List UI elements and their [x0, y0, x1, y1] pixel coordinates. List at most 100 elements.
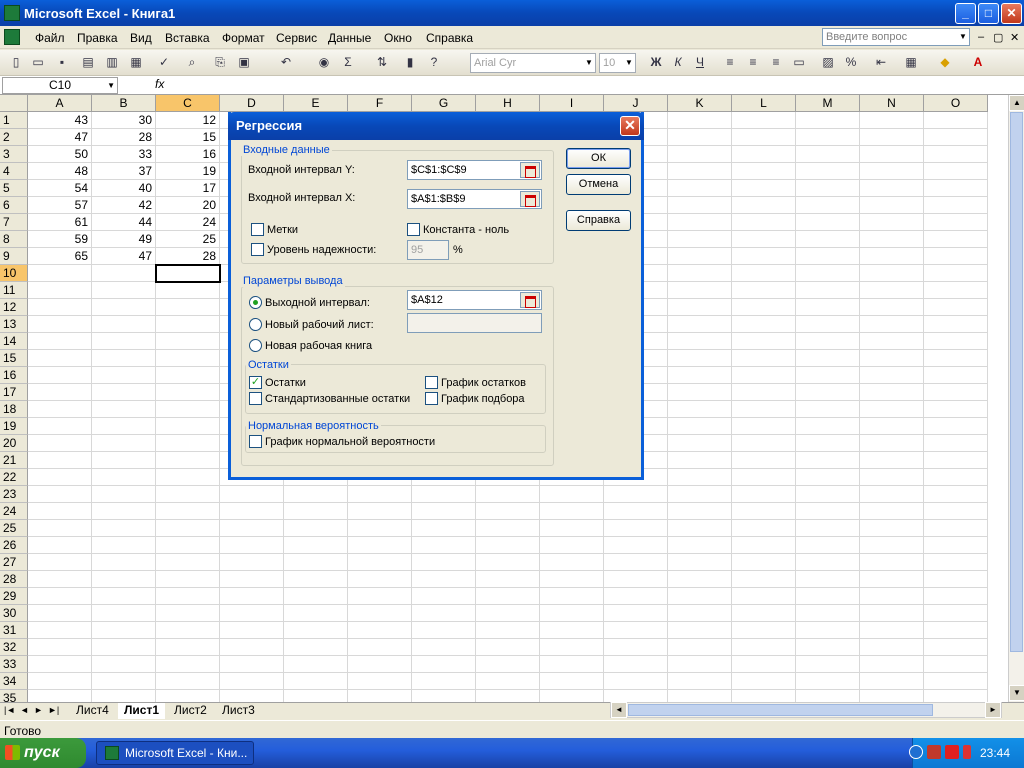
cell-h28[interactable] [476, 571, 540, 588]
cell-e28[interactable] [284, 571, 348, 588]
cell-f23[interactable] [348, 486, 412, 503]
cell-n6[interactable] [860, 197, 924, 214]
cell-l25[interactable] [732, 520, 796, 537]
row-header-16[interactable]: 16 [0, 367, 28, 384]
select-all-corner[interactable] [0, 95, 28, 112]
tray-expand-icon[interactable] [909, 745, 923, 759]
cell-k28[interactable] [668, 571, 732, 588]
cell-n10[interactable] [860, 265, 924, 282]
cell-b30[interactable] [92, 605, 156, 622]
cell-k26[interactable] [668, 537, 732, 554]
cell-f25[interactable] [348, 520, 412, 537]
row-header-28[interactable]: 28 [0, 571, 28, 588]
percent-button[interactable]: % [843, 54, 859, 70]
cell-h27[interactable] [476, 554, 540, 571]
cell-e31[interactable] [284, 622, 348, 639]
cell-o15[interactable] [924, 350, 988, 367]
horizontal-scrollbar[interactable]: ◄ ► [610, 702, 1002, 718]
cell-b26[interactable] [92, 537, 156, 554]
align-right-icon[interactable]: ≡ [768, 54, 784, 70]
cell-b5[interactable]: 40 [92, 180, 156, 197]
cell-m24[interactable] [796, 503, 860, 520]
fill-color-icon[interactable]: ◆ [937, 54, 953, 70]
italic-button[interactable]: К [670, 54, 686, 70]
cell-c9[interactable]: 28 [156, 248, 220, 265]
menu-edit[interactable]: Правка [77, 31, 118, 45]
cell-n16[interactable] [860, 367, 924, 384]
borders-icon[interactable]: ▦ [903, 54, 919, 70]
cell-l34[interactable] [732, 673, 796, 690]
autosum-icon[interactable]: Σ [340, 54, 356, 70]
cell-o27[interactable] [924, 554, 988, 571]
cell-k27[interactable] [668, 554, 732, 571]
cell-b10[interactable] [92, 265, 156, 282]
cell-j24[interactable] [604, 503, 668, 520]
cell-m31[interactable] [796, 622, 860, 639]
row-header-18[interactable]: 18 [0, 401, 28, 418]
cell-m35[interactable] [796, 690, 860, 702]
row-header-11[interactable]: 11 [0, 282, 28, 299]
cell-n14[interactable] [860, 333, 924, 350]
menu-window[interactable]: Окно [384, 31, 412, 45]
cell-l3[interactable] [732, 146, 796, 163]
cell-a30[interactable] [28, 605, 92, 622]
cell-k31[interactable] [668, 622, 732, 639]
row-header-1[interactable]: 1 [0, 112, 28, 129]
cell-c34[interactable] [156, 673, 220, 690]
cell-l11[interactable] [732, 282, 796, 299]
cell-o31[interactable] [924, 622, 988, 639]
cell-f29[interactable] [348, 588, 412, 605]
cell-b11[interactable] [92, 282, 156, 299]
cell-b24[interactable] [92, 503, 156, 520]
cell-k33[interactable] [668, 656, 732, 673]
cell-m10[interactable] [796, 265, 860, 282]
cell-n35[interactable] [860, 690, 924, 702]
cell-k32[interactable] [668, 639, 732, 656]
cell-c31[interactable] [156, 622, 220, 639]
cell-a7[interactable]: 61 [28, 214, 92, 231]
fit-plot-checkbox[interactable] [425, 392, 438, 405]
row-header-22[interactable]: 22 [0, 469, 28, 486]
cell-i26[interactable] [540, 537, 604, 554]
cell-b7[interactable]: 44 [92, 214, 156, 231]
column-header-k[interactable]: K [668, 95, 732, 112]
cell-b16[interactable] [92, 367, 156, 384]
cell-l21[interactable] [732, 452, 796, 469]
cell-i23[interactable] [540, 486, 604, 503]
cell-j31[interactable] [604, 622, 668, 639]
cell-h26[interactable] [476, 537, 540, 554]
align-left-icon[interactable]: ≡ [722, 54, 738, 70]
cell-a8[interactable]: 59 [28, 231, 92, 248]
font-name-select[interactable]: Arial Cyr ▼ [470, 53, 596, 73]
cell-c33[interactable] [156, 656, 220, 673]
cell-n22[interactable] [860, 469, 924, 486]
cell-a22[interactable] [28, 469, 92, 486]
open-icon[interactable]: ▭ [30, 54, 46, 70]
cell-i27[interactable] [540, 554, 604, 571]
cell-n18[interactable] [860, 401, 924, 418]
close-button[interactable]: ✕ [1001, 3, 1022, 24]
cell-o6[interactable] [924, 197, 988, 214]
cell-j25[interactable] [604, 520, 668, 537]
confidence-level-field[interactable]: 95 [407, 240, 449, 260]
help-icon[interactable]: ? [426, 54, 442, 70]
cell-o23[interactable] [924, 486, 988, 503]
cell-n9[interactable] [860, 248, 924, 265]
cell-a27[interactable] [28, 554, 92, 571]
start-button[interactable]: пуск [0, 738, 86, 768]
cell-k10[interactable] [668, 265, 732, 282]
paste-icon[interactable]: ▣ [236, 54, 252, 70]
cell-o3[interactable] [924, 146, 988, 163]
cell-a6[interactable]: 57 [28, 197, 92, 214]
cell-c35[interactable] [156, 690, 220, 702]
residual-plot-checkbox[interactable] [425, 376, 438, 389]
cell-c5[interactable]: 17 [156, 180, 220, 197]
cell-c28[interactable] [156, 571, 220, 588]
scroll-right-icon[interactable]: ► [985, 702, 1001, 718]
cell-o21[interactable] [924, 452, 988, 469]
cell-b17[interactable] [92, 384, 156, 401]
cell-i31[interactable] [540, 622, 604, 639]
cell-d33[interactable] [220, 656, 284, 673]
cell-k6[interactable] [668, 197, 732, 214]
cell-a4[interactable]: 48 [28, 163, 92, 180]
